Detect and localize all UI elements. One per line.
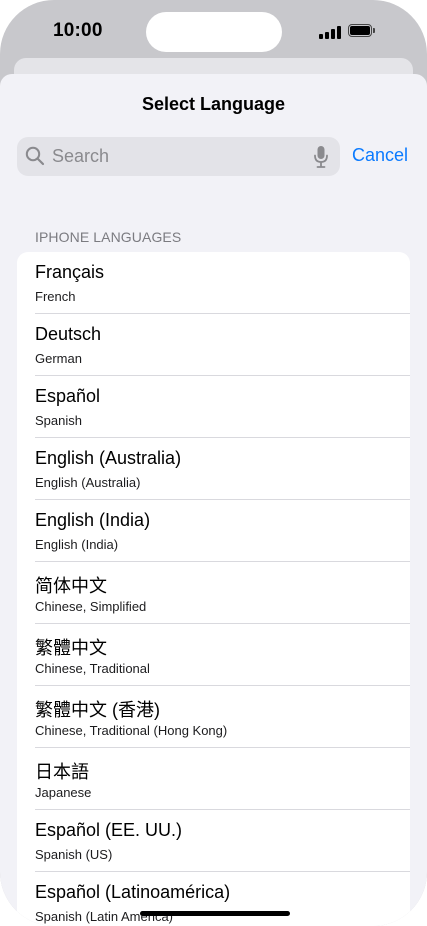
status-time: 10:00	[53, 20, 103, 41]
language-english-name: English (India)	[35, 537, 119, 552]
section-header: IPHONE LANGUAGES	[35, 229, 182, 245]
language-row-spanish-latin-america[interactable]: Español (Latinoamérica) Spanish (Latin A…	[17, 872, 410, 926]
search-placeholder: Search	[52, 146, 110, 166]
cellular-signal-icon	[319, 25, 343, 39]
language-row-spanish[interactable]: Español Spanish	[17, 376, 410, 438]
microphone-icon[interactable]	[313, 145, 329, 169]
language-native-name: 繁體中文	[35, 638, 107, 658]
language-row-german[interactable]: Deutsch German	[17, 314, 410, 376]
language-english-name: French	[35, 289, 76, 304]
language-native-name: English (Australia)	[35, 448, 182, 468]
language-native-name: Deutsch	[35, 324, 102, 344]
language-row-japanese[interactable]: 日本語 Japanese	[17, 748, 410, 810]
language-english-name: Spanish (US)	[35, 847, 113, 862]
language-native-name: Español (EE. UU.)	[35, 820, 183, 840]
language-native-name: 简体中文	[35, 576, 107, 596]
language-row-english-australia[interactable]: English (Australia) English (Australia)	[17, 438, 410, 500]
cancel-button[interactable]: Cancel	[352, 145, 408, 166]
language-english-name: Spanish	[35, 413, 82, 428]
status-bar: 10:00	[0, 0, 427, 64]
language-row-chinese-traditional-hong-kong[interactable]: 繁體中文 (香港) Chinese, Traditional (Hong Kon…	[17, 686, 410, 748]
language-native-name: 繁體中文 (香港)	[35, 700, 160, 720]
language-english-name: Chinese, Simplified	[35, 599, 147, 614]
search-field[interactable]: Search	[17, 137, 340, 176]
battery-icon	[348, 24, 378, 39]
language-row-english-india[interactable]: English (India) English (India)	[17, 500, 410, 562]
language-english-name: Japanese	[35, 785, 92, 800]
dynamic-island	[146, 12, 282, 52]
language-english-name: English (Australia)	[35, 475, 141, 490]
language-native-name: Español	[35, 386, 101, 406]
sheet-title: Select Language	[141, 94, 286, 114]
language-row-spanish-us[interactable]: Español (EE. UU.) Spanish (US)	[17, 810, 410, 872]
language-row-chinese-traditional[interactable]: 繁體中文 Chinese, Traditional	[17, 624, 410, 686]
language-native-name: 日本語	[35, 762, 89, 782]
language-row-chinese-simplified[interactable]: 简体中文 Chinese, Simplified	[17, 562, 410, 624]
search-icon	[25, 146, 45, 166]
phone-screen: 10:00 Select Language Search Cancel IPHO…	[0, 0, 427, 926]
language-list: Français French Deutsch German Español S…	[17, 252, 410, 926]
language-english-name: Chinese, Traditional	[35, 661, 150, 676]
language-row-french[interactable]: Français French	[17, 252, 410, 314]
language-english-name: Chinese, Traditional (Hong Kong)	[35, 723, 228, 738]
home-indicator[interactable]	[140, 911, 290, 916]
language-english-name: German	[35, 351, 82, 366]
language-native-name: English (India)	[35, 510, 151, 530]
language-native-name: Español (Latinoamérica)	[35, 882, 231, 902]
language-native-name: Français	[35, 262, 105, 282]
language-sheet: Select Language Search Cancel IPHONE LAN…	[0, 74, 427, 926]
